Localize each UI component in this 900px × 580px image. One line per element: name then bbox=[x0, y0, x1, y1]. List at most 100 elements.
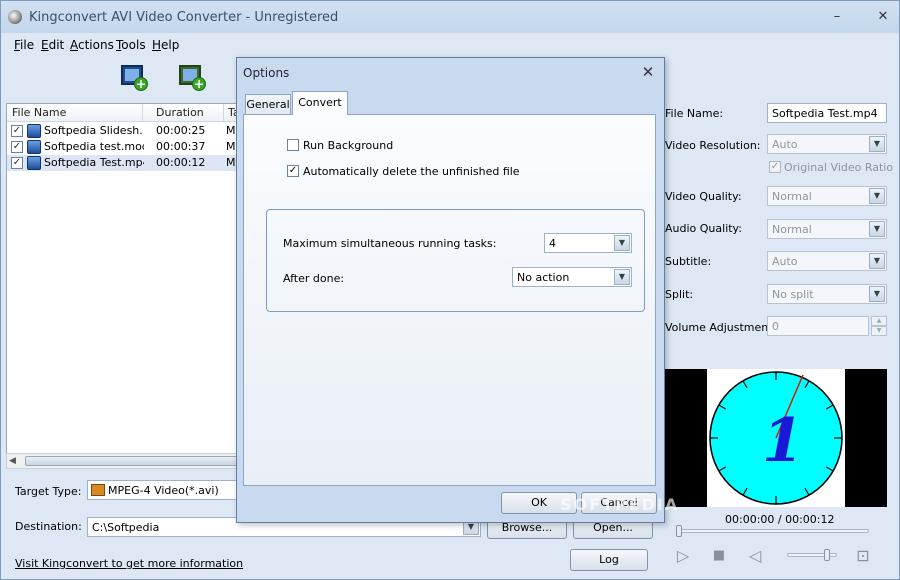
column-duration[interactable]: Duration bbox=[156, 106, 204, 119]
file-name-value: Softpedia Test.mp4 bbox=[772, 107, 878, 120]
file-name-field[interactable]: Softpedia Test.mp4 bbox=[767, 103, 887, 123]
row-checkbox[interactable]: ✓ bbox=[11, 157, 23, 169]
subtitle-label: Subtitle: bbox=[665, 255, 712, 268]
preview-frame: 1 bbox=[707, 369, 845, 507]
auto-delete-label[interactable]: Automatically delete the unfinished file bbox=[303, 165, 520, 178]
chevron-down-icon[interactable]: ▼ bbox=[614, 235, 630, 251]
close-button[interactable]: ✕ bbox=[875, 9, 891, 25]
row-checkbox[interactable]: ✓ bbox=[11, 141, 23, 153]
target-type-select[interactable]: MPEG-4 Video(*.avi) bbox=[87, 480, 237, 500]
seek-knob[interactable] bbox=[676, 525, 682, 537]
max-tasks-select[interactable]: 4 ▼ bbox=[544, 233, 632, 253]
split-label: Split: bbox=[665, 288, 694, 301]
app-icon bbox=[8, 10, 22, 24]
tab-general[interactable]: General bbox=[245, 94, 291, 115]
file-list-header: File Name Duration Ta bbox=[7, 104, 245, 122]
spin-down-icon[interactable]: ▼ bbox=[871, 326, 887, 336]
plus-icon: + bbox=[134, 77, 148, 91]
table-row[interactable]: ✓ Softpedia Test.mp4 00:00:12 MP bbox=[7, 155, 245, 171]
preview-digit: 1 bbox=[762, 406, 804, 476]
max-tasks-value: 4 bbox=[549, 237, 556, 250]
target-type-label: Target Type: bbox=[15, 485, 82, 498]
after-done-select[interactable]: No action ▼ bbox=[512, 267, 632, 287]
audio-quality-label: Audio Quality: bbox=[665, 222, 742, 235]
menu-help[interactable]: Help bbox=[152, 38, 179, 52]
log-button[interactable]: Log bbox=[570, 549, 648, 571]
menu-edit[interactable]: Edit bbox=[41, 38, 64, 52]
menu-actions[interactable]: Actions bbox=[70, 38, 114, 52]
split-select[interactable]: No split ▼ bbox=[767, 284, 887, 304]
menu-file[interactable]: File bbox=[14, 38, 34, 52]
visit-website-link[interactable]: Visit Kingconvert to get more informatio… bbox=[15, 557, 243, 570]
video-quality-value: Normal bbox=[772, 190, 812, 203]
menu-tools[interactable]: Tools bbox=[116, 38, 146, 52]
add-folder-button[interactable]: + bbox=[177, 63, 207, 93]
original-ratio-label: Original Video Ratio bbox=[784, 161, 894, 174]
menu-bar: File Edit Actions Tools Help bbox=[1, 35, 899, 55]
video-format-icon bbox=[91, 484, 105, 496]
play-icon[interactable]: ▷ bbox=[673, 546, 693, 566]
row-duration: 00:00:25 bbox=[156, 124, 206, 137]
video-resolution-label: Video Resolution: bbox=[665, 139, 761, 152]
seek-slider[interactable] bbox=[676, 525, 869, 537]
clock-frame-image: 1 bbox=[709, 371, 843, 505]
row-file-name: Softpedia test.mod bbox=[44, 140, 144, 153]
options-dialog: Options ✕ General Convert Run Background… bbox=[236, 57, 665, 523]
dialog-close-icon[interactable]: ✕ bbox=[640, 64, 656, 80]
destination-label: Destination: bbox=[15, 520, 82, 533]
add-video-button[interactable]: + bbox=[119, 63, 149, 93]
volume-adjustment-input[interactable]: 0 bbox=[767, 316, 869, 336]
after-done-label: After done: bbox=[283, 272, 345, 285]
video-file-icon bbox=[27, 156, 41, 170]
chevron-down-icon[interactable]: ▼ bbox=[614, 269, 630, 285]
scrollbar-thumb[interactable] bbox=[25, 456, 239, 466]
file-list[interactable]: File Name Duration Ta ✓ Softpedia Slides… bbox=[6, 103, 246, 469]
auto-delete-checkbox[interactable]: ✓ bbox=[287, 165, 299, 177]
max-tasks-label: Maximum simultaneous running tasks: bbox=[283, 237, 497, 250]
run-background-label[interactable]: Run Background bbox=[303, 139, 393, 152]
table-row[interactable]: ✓ Softpedia test.mod 00:00:37 MP bbox=[7, 139, 245, 155]
chevron-down-icon[interactable]: ▼ bbox=[869, 188, 885, 204]
mute-icon[interactable]: ◁ bbox=[745, 546, 765, 566]
volume-adjustment-label: Volume Adjustment: bbox=[665, 321, 777, 334]
row-file-name: Softpedia Slidesh... bbox=[44, 124, 144, 137]
volume-knob[interactable] bbox=[823, 549, 830, 561]
destination-value: C:\Softpedia bbox=[92, 521, 160, 534]
video-quality-select[interactable]: Normal ▼ bbox=[767, 186, 887, 206]
column-file-name[interactable]: File Name bbox=[12, 106, 66, 119]
run-background-checkbox[interactable] bbox=[287, 139, 299, 151]
stop-icon[interactable]: ■ bbox=[709, 546, 729, 566]
window-title: Kingconvert AVI Video Converter - Unregi… bbox=[29, 10, 339, 25]
volume-slider[interactable] bbox=[787, 549, 837, 561]
horizontal-scrollbar[interactable]: ◀ bbox=[6, 453, 246, 469]
row-checkbox[interactable]: ✓ bbox=[11, 125, 23, 137]
after-done-value: No action bbox=[517, 271, 570, 284]
volume-adjustment-value: 0 bbox=[772, 320, 779, 333]
video-resolution-select[interactable]: Auto ▼ bbox=[767, 134, 887, 154]
chevron-down-icon[interactable]: ▼ bbox=[869, 221, 885, 237]
video-quality-label: Video Quality: bbox=[665, 190, 742, 203]
video-file-icon bbox=[27, 124, 41, 138]
volume-spinner[interactable]: ▲ ▼ bbox=[871, 316, 887, 336]
scroll-left-icon[interactable]: ◀ bbox=[9, 456, 16, 466]
convert-tab-panel: Run Background ✓ Automatically delete th… bbox=[243, 114, 656, 486]
row-file-name: Softpedia Test.mp4 bbox=[44, 156, 144, 169]
video-file-icon bbox=[27, 140, 41, 154]
video-preview: 1 bbox=[665, 369, 887, 507]
split-value: No split bbox=[772, 288, 814, 301]
dialog-title: Options bbox=[243, 66, 290, 80]
chevron-down-icon[interactable]: ▼ bbox=[869, 286, 885, 302]
chevron-down-icon[interactable]: ▼ bbox=[869, 253, 885, 269]
audio-quality-select[interactable]: Normal ▼ bbox=[767, 219, 887, 239]
minimize-button[interactable]: – bbox=[829, 9, 845, 25]
spin-up-icon[interactable]: ▲ bbox=[871, 316, 887, 326]
file-name-label: File Name: bbox=[665, 107, 724, 120]
tab-convert[interactable]: Convert bbox=[292, 91, 348, 115]
audio-quality-value: Normal bbox=[772, 223, 812, 236]
title-bar: Kingconvert AVI Video Converter - Unregi… bbox=[1, 1, 899, 33]
original-ratio-checkbox[interactable]: ✓ bbox=[769, 161, 781, 173]
chevron-down-icon[interactable]: ▼ bbox=[869, 136, 885, 152]
subtitle-select[interactable]: Auto ▼ bbox=[767, 251, 887, 271]
snapshot-icon[interactable]: ⊡ bbox=[853, 546, 873, 566]
table-row[interactable]: ✓ Softpedia Slidesh... 00:00:25 MP bbox=[7, 123, 245, 139]
